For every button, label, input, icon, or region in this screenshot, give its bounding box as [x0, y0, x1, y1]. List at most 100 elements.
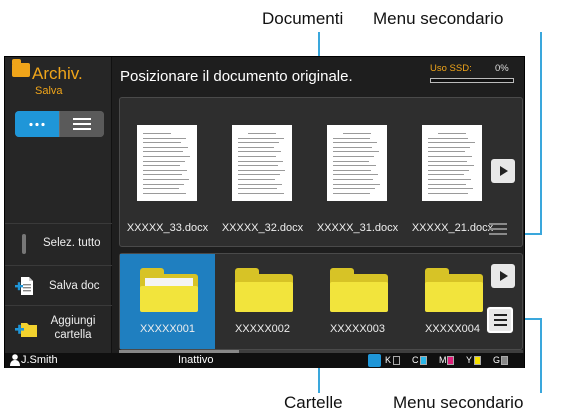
toner-label: C [412, 355, 419, 365]
folder-icon-front [235, 282, 293, 312]
document-name: XXXXX_31.docx [316, 222, 399, 234]
document-thumbnail [232, 125, 292, 201]
document-item[interactable]: XXXXX_21.docx [405, 98, 500, 246]
document-text-line [428, 160, 467, 162]
document-text-line [238, 169, 285, 171]
folder-name: XXXXX004 [424, 323, 481, 335]
add-folder-label: Aggiungi cartella [50, 315, 96, 341]
document-text-line [333, 142, 377, 144]
document-text-line [333, 174, 378, 176]
document-text-line [428, 137, 468, 139]
document-text-line [143, 146, 188, 148]
document-name: XXXXX_32.docx [221, 222, 304, 234]
add-folder-button[interactable]: Aggiungi cartella [5, 305, 112, 353]
document-text-line [333, 192, 370, 194]
add-folder-icon [15, 323, 37, 337]
folder-item[interactable]: XXXXX003 [310, 254, 405, 349]
callout-submenu-bottom: Menu secondario [393, 393, 524, 412]
folder-item[interactable]: XXXXX001 [120, 254, 215, 349]
document-item[interactable]: XXXXX_33.docx [120, 98, 215, 246]
select-indicator-icon [22, 234, 26, 254]
folder-name: XXXXX003 [329, 323, 386, 335]
save-doc-label: Salva doc [49, 280, 100, 292]
folders-next-button[interactable] [491, 264, 515, 288]
folder-icon [12, 59, 30, 77]
document-text-line [438, 133, 466, 134]
toner-label: Y [466, 355, 473, 365]
document-text-line [143, 183, 184, 185]
document-text-line [238, 160, 283, 162]
document-text-line [333, 160, 369, 162]
document-thumbnail [137, 125, 197, 201]
grid-view-icon [28, 122, 46, 127]
folder-name: XXXXX002 [234, 323, 291, 335]
folder-item[interactable]: XXXXX002 [215, 254, 310, 349]
document-thumbnail [422, 125, 482, 201]
document-text-line [428, 165, 474, 167]
document-text-line [238, 142, 279, 144]
documents-panel: XXXXX_33.docx XXXXX_32.docx XXXXX_31.doc… [119, 97, 523, 247]
documents-next-button[interactable] [491, 159, 515, 183]
folder-icon-front [140, 286, 198, 312]
folders-submenu-button[interactable] [487, 307, 513, 333]
toner-level-box [474, 356, 481, 365]
document-text-line [333, 151, 379, 153]
view-toggle [15, 111, 104, 137]
document-text-line [143, 151, 183, 153]
document-text-line [238, 146, 274, 148]
folder-icon [140, 268, 198, 312]
document-text-line [333, 179, 373, 180]
document-name: XXXXX_21.docx [411, 222, 494, 234]
callout-documents: Documenti [262, 9, 344, 28]
document-text-line [143, 156, 190, 157]
document-text-line [143, 192, 186, 194]
callout-submenu-top: Menu secondario [373, 9, 504, 28]
document-text-line [143, 165, 180, 167]
document-text-line [143, 137, 186, 139]
app-title: Archiv. [32, 64, 83, 83]
grid-view-button[interactable] [15, 111, 59, 137]
stage: Documenti Menu secondario Cartelle Menu … [0, 0, 563, 416]
save-doc-button[interactable]: Salva doc [5, 265, 112, 303]
document-text-line [143, 169, 187, 171]
toner-level-box [420, 356, 427, 365]
document-text-line [238, 174, 280, 176]
document-text-line [333, 183, 380, 185]
document-text-line [238, 165, 278, 167]
toner-label: M [439, 355, 447, 365]
document-text-line [428, 151, 465, 153]
folder-item[interactable]: XXXXX004 [405, 254, 500, 349]
folder-icon-front [330, 282, 388, 312]
document-name: XXXXX_33.docx [126, 222, 209, 234]
document-item[interactable]: XXXXX_31.docx [310, 98, 405, 246]
user-name: J.Smith [21, 354, 58, 366]
document-text-line [143, 160, 185, 162]
user-icon [10, 354, 20, 366]
document-text-line [238, 192, 284, 194]
document-text-line [143, 179, 189, 180]
status-message: Posizionare il documento originale. [120, 68, 353, 85]
document-text-line [143, 188, 179, 190]
document-text-line [143, 142, 181, 144]
folder-icon [235, 268, 293, 312]
list-view-button[interactable] [60, 111, 104, 137]
folders-panel: XXXXX001 XXXXX002 XXXXX003 XXXXX004 [119, 253, 523, 350]
callout-folders: Cartelle [284, 393, 343, 412]
toner-level-box [447, 356, 454, 365]
documents-submenu-button[interactable] [487, 221, 509, 237]
app-subtitle: Salva [35, 85, 63, 97]
document-text-line [428, 188, 473, 190]
toner-level-box [393, 356, 400, 365]
document-item[interactable]: XXXXX_32.docx [215, 98, 310, 246]
document-text-line [333, 146, 372, 148]
document-text-line [428, 156, 472, 157]
ssd-usage-percent: 0% [495, 63, 509, 74]
status-bar: J.Smith Inattivo K C M Y G [5, 353, 524, 368]
folder-icon-front [425, 282, 483, 312]
document-text-line [428, 179, 471, 180]
select-all-button[interactable]: Selez. tutto [5, 223, 112, 263]
document-thumbnail [327, 125, 387, 201]
folder-icon [425, 268, 483, 312]
document-text-line [428, 146, 470, 148]
leader-menu-bottom-v [540, 318, 542, 393]
